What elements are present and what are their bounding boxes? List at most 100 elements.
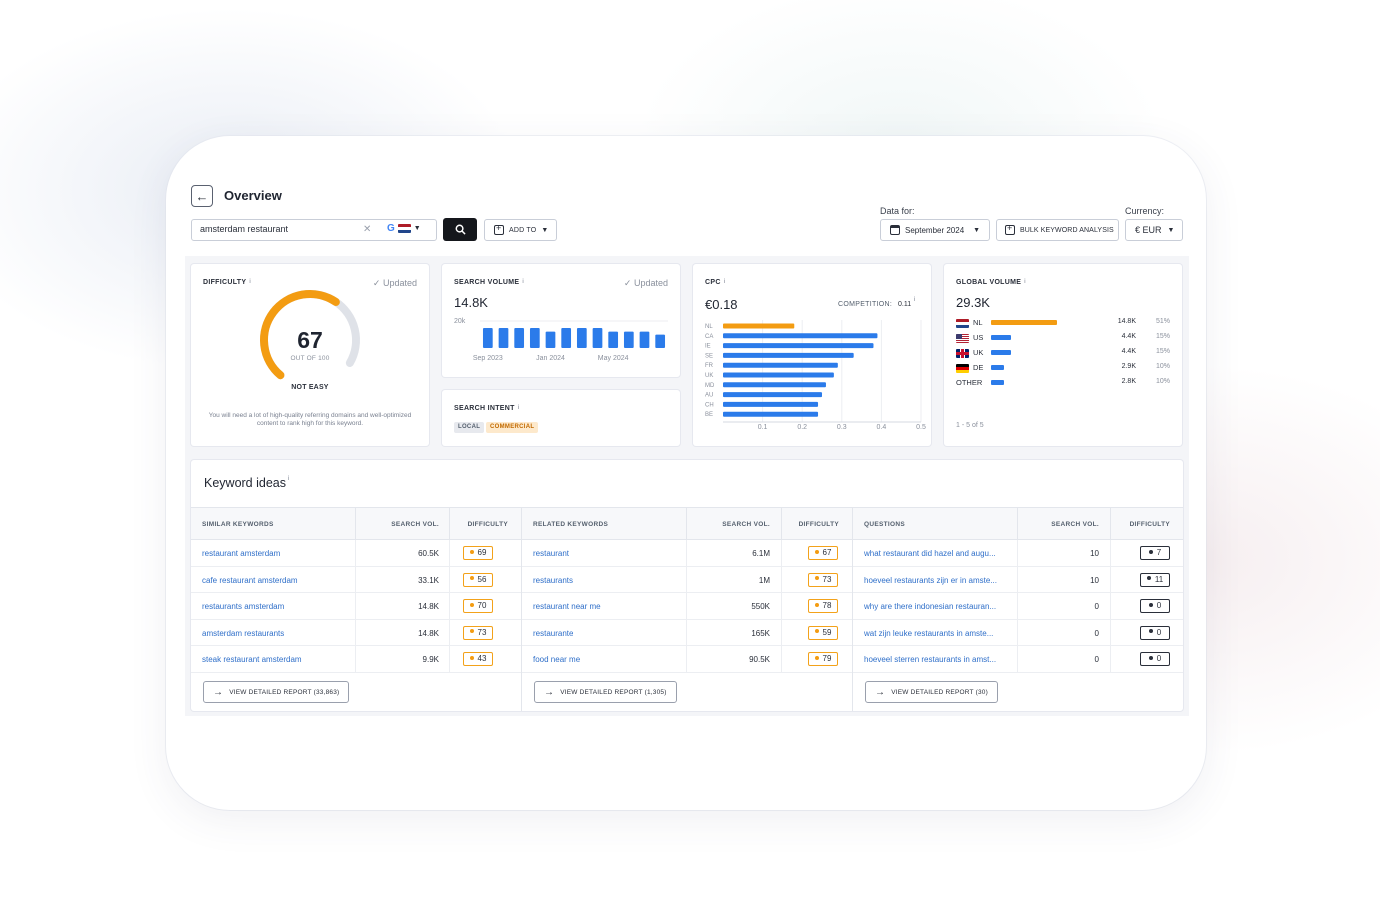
keyword-link[interactable]: hoeveel restaurants zijn er in amste... bbox=[864, 576, 997, 585]
clear-icon[interactable]: ✕ bbox=[363, 224, 371, 235]
country-volume: 2.8K bbox=[1121, 378, 1136, 385]
table-row[interactable]: hoeveel sterren restaurants in amst... 0 0 bbox=[853, 646, 1183, 673]
keyword-link[interactable]: restaurant bbox=[533, 549, 569, 558]
table-row[interactable]: what restaurant did hazel and augu... 10 7 bbox=[853, 540, 1183, 567]
column-header-difficulty[interactable]: DIFFICULTY bbox=[468, 521, 508, 528]
volume-bar[interactable] bbox=[576, 328, 587, 348]
country-row[interactable]: DE 2.9K 10% bbox=[956, 363, 1170, 373]
date-selector[interactable]: September 2024 ▼ bbox=[880, 219, 990, 241]
table-row[interactable]: wat zijn leuke restaurants in amste... 0 0 bbox=[853, 619, 1183, 646]
keyword-link[interactable]: steak restaurant amsterdam bbox=[202, 655, 302, 664]
table-row[interactable]: hoeveel restaurants zijn er in amste... 1… bbox=[853, 566, 1183, 593]
column-header-volume[interactable]: SEARCH VOL. bbox=[1051, 521, 1099, 528]
cpc-bar[interactable] bbox=[723, 401, 819, 407]
keyword-link[interactable]: restaurant near me bbox=[533, 602, 601, 611]
difficulty-verdict: NOT EASY bbox=[291, 384, 329, 391]
country-row[interactable]: UK 4.4K 15% bbox=[956, 348, 1170, 358]
volume-bar[interactable] bbox=[545, 331, 556, 348]
column-header-volume[interactable]: SEARCH VOL. bbox=[722, 521, 770, 528]
volume-bar[interactable] bbox=[514, 328, 525, 348]
view-detailed-report-button[interactable]: → VIEW DETAILED REPORT (1,305) bbox=[534, 681, 677, 703]
x-tick-label: 0.5 bbox=[916, 424, 926, 431]
difficulty-badge: 79 bbox=[808, 652, 838, 666]
info-icon[interactable]: i bbox=[1024, 279, 1026, 285]
column-divider bbox=[1017, 593, 1018, 620]
cpc-bar[interactable] bbox=[723, 372, 834, 378]
column-header-difficulty[interactable]: DIFFICULTY bbox=[799, 521, 839, 528]
cpc-bar[interactable] bbox=[723, 411, 819, 417]
keyword-link[interactable]: what restaurant did hazel and augu... bbox=[864, 549, 996, 558]
table-row[interactable]: restaurants amsterdam 14.8K 70 bbox=[191, 593, 521, 620]
keyword-link[interactable]: hoeveel sterren restaurants in amst... bbox=[864, 655, 996, 664]
keyword-link[interactable]: restaurant amsterdam bbox=[202, 549, 280, 558]
search-intent-label: SEARCH INTENT i bbox=[454, 405, 520, 412]
keyword-link[interactable]: food near me bbox=[533, 655, 580, 664]
table-row[interactable]: restaurant amsterdam 60.5K 69 bbox=[191, 540, 521, 567]
country-code: DE bbox=[973, 363, 984, 372]
keyword-input[interactable] bbox=[200, 224, 350, 234]
info-icon[interactable]: i bbox=[518, 405, 520, 411]
info-icon[interactable]: i bbox=[288, 476, 289, 482]
keyword-link[interactable]: restaurants amsterdam bbox=[202, 602, 284, 611]
table-row[interactable]: restaurants 1M 73 bbox=[522, 566, 852, 593]
cpc-bar[interactable] bbox=[723, 392, 822, 398]
x-tick-label: Jan 2024 bbox=[536, 355, 565, 362]
keyword-link[interactable]: wat zijn leuke restaurants in amste... bbox=[864, 629, 993, 638]
volume-bar[interactable] bbox=[482, 328, 493, 348]
chevron-down-icon: ▼ bbox=[413, 225, 421, 232]
column-header-difficulty[interactable]: DIFFICULTY bbox=[1130, 521, 1170, 528]
app-screen: ← Overview ✕ G ▼ ADD TO ▼ Data for: Sept… bbox=[185, 180, 1189, 716]
keyword-link[interactable]: amsterdam restaurants bbox=[202, 629, 284, 638]
column-divider bbox=[355, 646, 356, 673]
volume-bar[interactable] bbox=[608, 331, 619, 348]
keyword-link[interactable]: restaurants bbox=[533, 576, 573, 585]
view-detailed-report-button[interactable]: → VIEW DETAILED REPORT (33,863) bbox=[203, 681, 350, 703]
table-row[interactable]: cafe restaurant amsterdam 33.1K 56 bbox=[191, 566, 521, 593]
search-volume: 0 bbox=[1094, 602, 1099, 611]
table-row[interactable]: amsterdam restaurants 14.8K 73 bbox=[191, 619, 521, 646]
country-row[interactable]: OTHER 2.8K 10% bbox=[956, 378, 1170, 388]
volume-bar[interactable] bbox=[655, 334, 666, 348]
add-to-button[interactable]: ADD TO ▼ bbox=[484, 219, 557, 241]
country-row[interactable]: NL 14.8K 51% bbox=[956, 318, 1170, 328]
table-header: RELATED KEYWORDS SEARCH VOL. DIFFICULTY bbox=[522, 507, 852, 541]
table-row[interactable]: why are there indonesian restauran... 0 0 bbox=[853, 593, 1183, 620]
database-selector[interactable]: G ▼ bbox=[387, 223, 421, 234]
table-row[interactable]: restaurant 6.1M 67 bbox=[522, 540, 852, 567]
cpc-bar[interactable] bbox=[723, 352, 854, 358]
difficulty-dot-icon bbox=[814, 576, 819, 581]
volume-bar[interactable] bbox=[498, 328, 509, 348]
column-header-keyword: QUESTIONS bbox=[864, 521, 905, 528]
volume-bar[interactable] bbox=[561, 328, 572, 348]
cpc-bar[interactable] bbox=[723, 323, 795, 329]
table-row[interactable]: steak restaurant amsterdam 9.9K 43 bbox=[191, 646, 521, 673]
column-divider bbox=[1017, 508, 1018, 541]
keyword-link[interactable]: why are there indonesian restauran... bbox=[864, 602, 996, 611]
search-button[interactable] bbox=[443, 218, 477, 241]
column-header-volume[interactable]: SEARCH VOL. bbox=[391, 521, 439, 528]
cpc-bar[interactable] bbox=[723, 362, 838, 368]
volume-bar[interactable] bbox=[623, 331, 634, 348]
back-button[interactable]: ← bbox=[191, 185, 213, 207]
country-row[interactable]: US 4.4K 15% bbox=[956, 333, 1170, 343]
volume-bar[interactable] bbox=[592, 328, 603, 348]
table-row[interactable]: food near me 90.5K 79 bbox=[522, 646, 852, 673]
table-row[interactable]: restaurant near me 550K 78 bbox=[522, 593, 852, 620]
cpc-bar[interactable] bbox=[723, 333, 878, 339]
add-to-label: ADD TO bbox=[509, 226, 537, 234]
search-volume: 1M bbox=[758, 575, 770, 585]
y-tick-label: CA bbox=[705, 334, 713, 340]
volume-bar[interactable] bbox=[529, 328, 540, 348]
currency-selector[interactable]: € EUR ▼ bbox=[1125, 219, 1183, 241]
volume-bar[interactable] bbox=[639, 331, 650, 348]
cpc-bar[interactable] bbox=[723, 343, 874, 349]
keyword-link[interactable]: restaurante bbox=[533, 629, 573, 638]
view-detailed-report-button[interactable]: → VIEW DETAILED REPORT (30) bbox=[865, 681, 998, 703]
x-tick-label: 0.4 bbox=[877, 424, 887, 431]
y-tick-label: AU bbox=[705, 393, 713, 399]
table-row[interactable]: restaurante 165K 59 bbox=[522, 619, 852, 646]
difficulty-badge: 56 bbox=[463, 572, 493, 587]
cpc-bar[interactable] bbox=[723, 382, 826, 388]
bulk-keyword-analysis-button[interactable]: BULK KEYWORD ANALYSIS bbox=[996, 219, 1119, 241]
keyword-link[interactable]: cafe restaurant amsterdam bbox=[202, 576, 298, 585]
